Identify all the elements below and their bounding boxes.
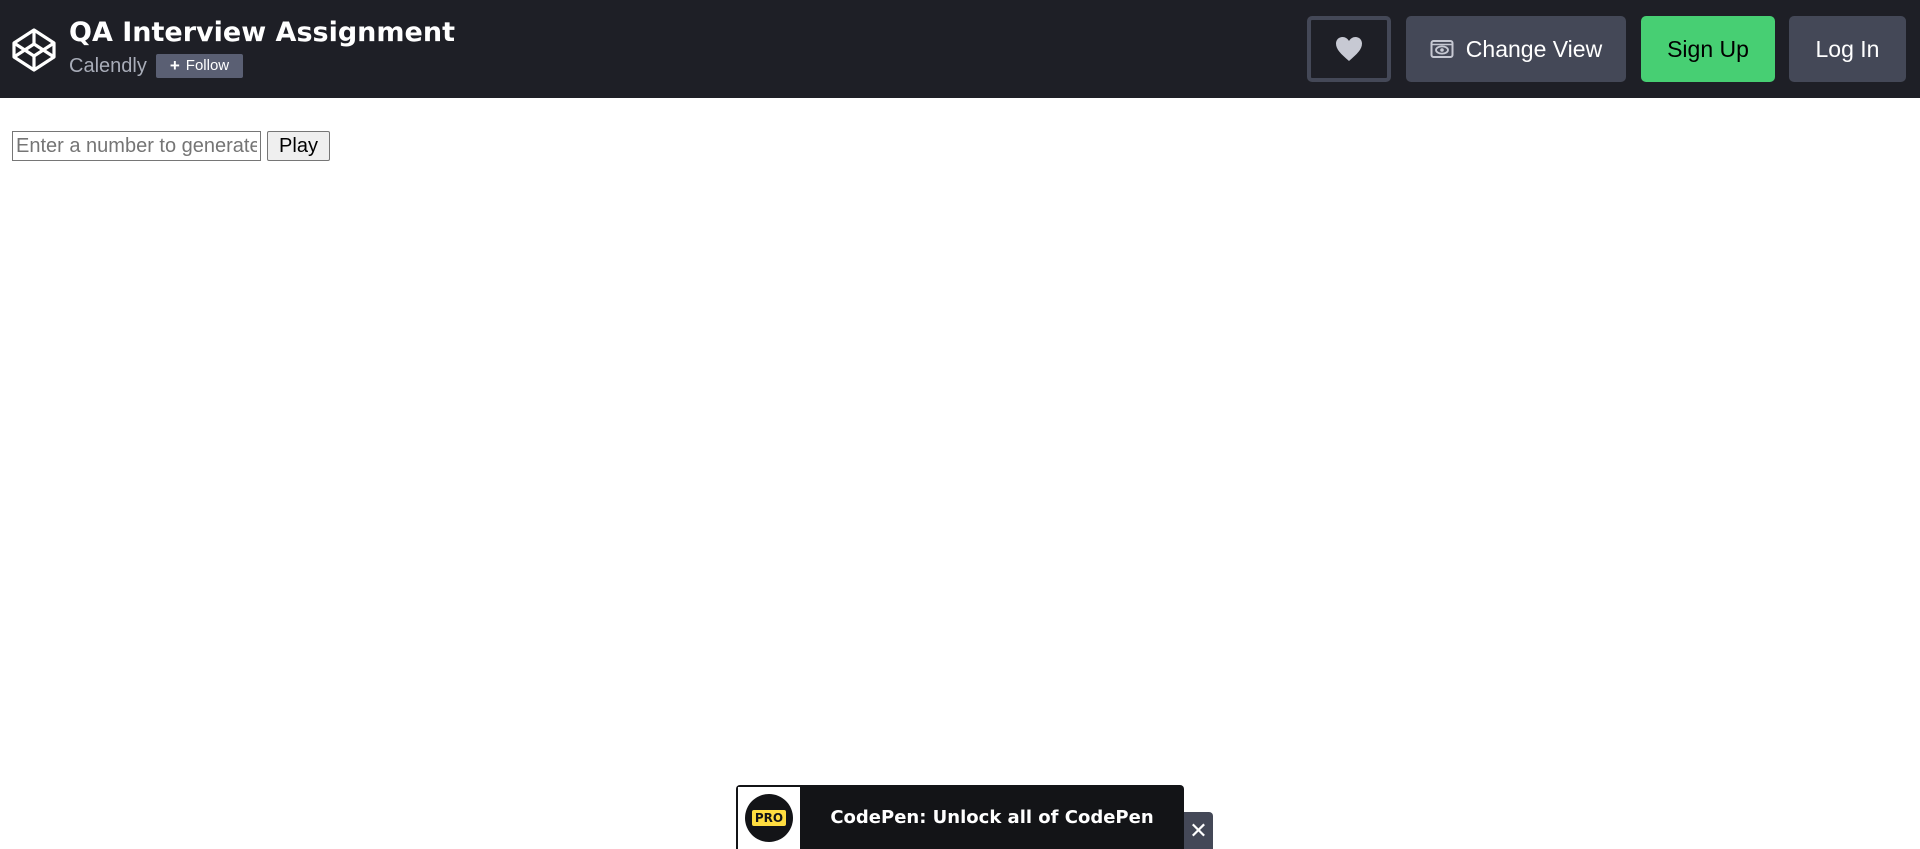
pro-badge-icon: PRO [745,794,793,842]
eye-icon [1430,40,1454,58]
close-banner-button[interactable]: ✕ [1184,812,1213,849]
pen-owner[interactable]: Calendly [69,54,147,78]
codepen-logo-icon[interactable] [10,26,58,74]
follow-label: Follow [185,57,230,74]
number-input[interactable] [12,131,261,161]
like-button[interactable] [1307,16,1391,82]
follow-button[interactable]: + Follow [156,54,243,78]
top-header: QA Interview Assignment Calendly + Follo… [0,0,1920,98]
close-icon: ✕ [1189,817,1208,843]
pro-badge-text: PRO [751,810,787,826]
play-button[interactable]: Play [267,131,330,161]
pro-badge-container: PRO [738,787,800,849]
sign-up-label: Sign Up [1667,35,1749,62]
heart-icon [1336,37,1362,61]
pro-banner-text: CodePen: Unlock all of CodePen [830,806,1154,828]
log-in-button[interactable]: Log In [1789,16,1906,82]
pro-upsell-banner[interactable]: PRO CodePen: Unlock all of CodePen [736,785,1184,849]
plus-icon: + [169,56,180,75]
change-view-button[interactable]: Change View [1406,16,1626,82]
log-in-label: Log In [1815,35,1880,62]
pen-title: QA Interview Assignment [69,17,455,48]
sign-up-button[interactable]: Sign Up [1641,16,1775,82]
change-view-label: Change View [1465,35,1603,62]
